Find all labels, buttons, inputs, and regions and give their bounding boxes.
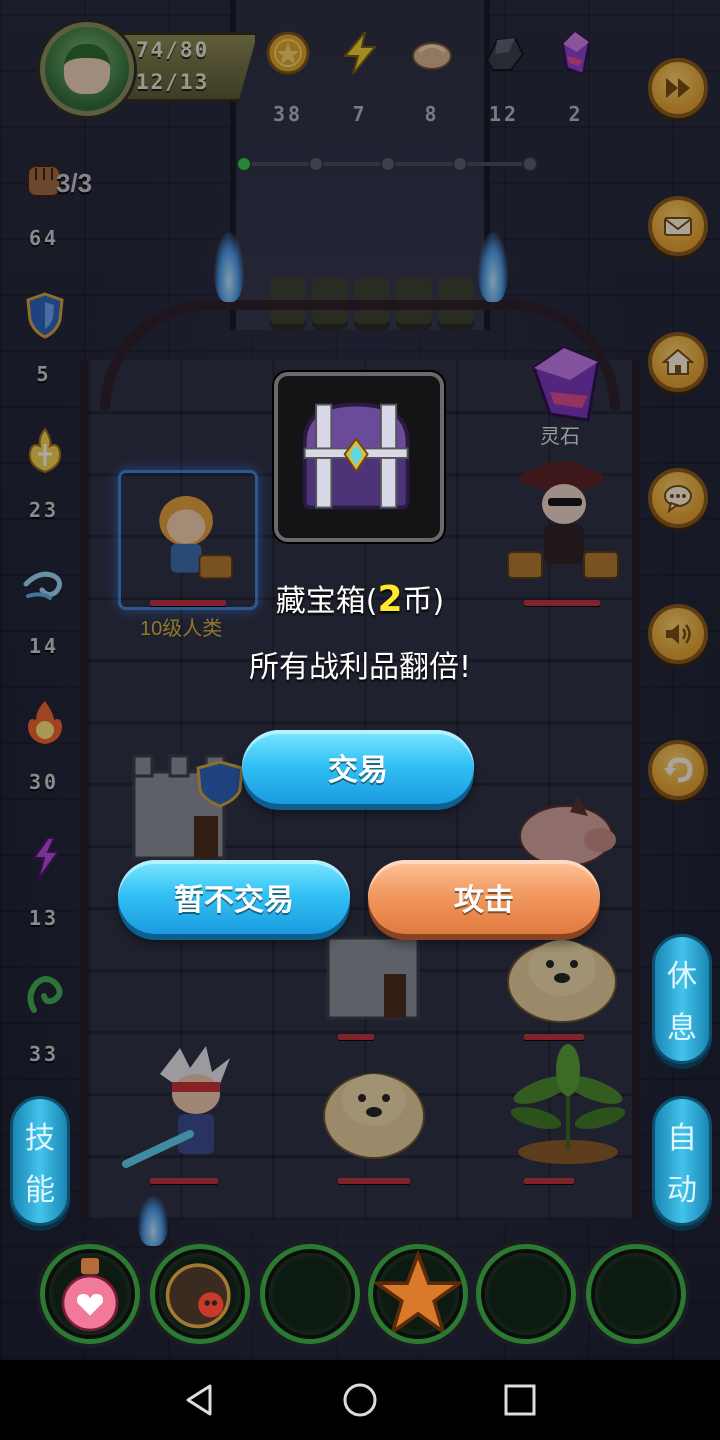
back-nav-button[interactable] xyxy=(180,1380,220,1420)
star-icon xyxy=(373,1249,463,1337)
trade-button[interactable]: 交易 xyxy=(242,730,474,804)
game-screen: 74/80 12/13 38 7 8 12 2 3/3 64 5 23 14 3… xyxy=(0,0,720,1360)
auto-button[interactable]: 自 动 xyxy=(652,1096,712,1226)
skills-label-top: 技 xyxy=(25,1121,55,1156)
rest-label-bottom: 息 xyxy=(667,1011,697,1046)
item-slot-bomb[interactable] xyxy=(150,1244,250,1344)
treasure-chest-icon xyxy=(302,402,410,510)
home-nav-button[interactable] xyxy=(340,1380,380,1420)
rest-label-top: 休 xyxy=(667,959,697,994)
treasure-chest-frame xyxy=(274,372,444,542)
dialog-description: 所有战利品翻倍! xyxy=(248,650,472,685)
item-slot-star[interactable] xyxy=(368,1244,468,1344)
item-slot-empty[interactable] xyxy=(260,1244,360,1344)
dialog-title: 藏宝箱(2币) xyxy=(0,576,720,620)
recents-nav-button[interactable] xyxy=(500,1380,540,1420)
item-slot-potion[interactable] xyxy=(40,1244,140,1344)
decline-trade-button[interactable]: 暂不交易 xyxy=(118,860,350,934)
skull-bomb-icon xyxy=(165,1263,231,1329)
skills-label-bottom: 能 xyxy=(25,1173,55,1208)
attack-button[interactable]: 攻击 xyxy=(368,860,600,934)
auto-label-top: 自 xyxy=(667,1121,697,1156)
chest-name: 藏宝箱( xyxy=(275,584,378,619)
item-slot-empty[interactable] xyxy=(476,1244,576,1344)
item-slot-empty[interactable] xyxy=(586,1244,686,1344)
system-nav-bar xyxy=(0,1360,720,1440)
chest-price: 2 xyxy=(377,579,403,620)
rest-button[interactable]: 休 息 xyxy=(652,934,712,1064)
chest-currency-unit: 币) xyxy=(402,584,445,619)
auto-label-bottom: 动 xyxy=(667,1173,697,1208)
skills-button[interactable]: 技 能 xyxy=(10,1096,70,1226)
heart-potion-icon xyxy=(61,1258,119,1332)
